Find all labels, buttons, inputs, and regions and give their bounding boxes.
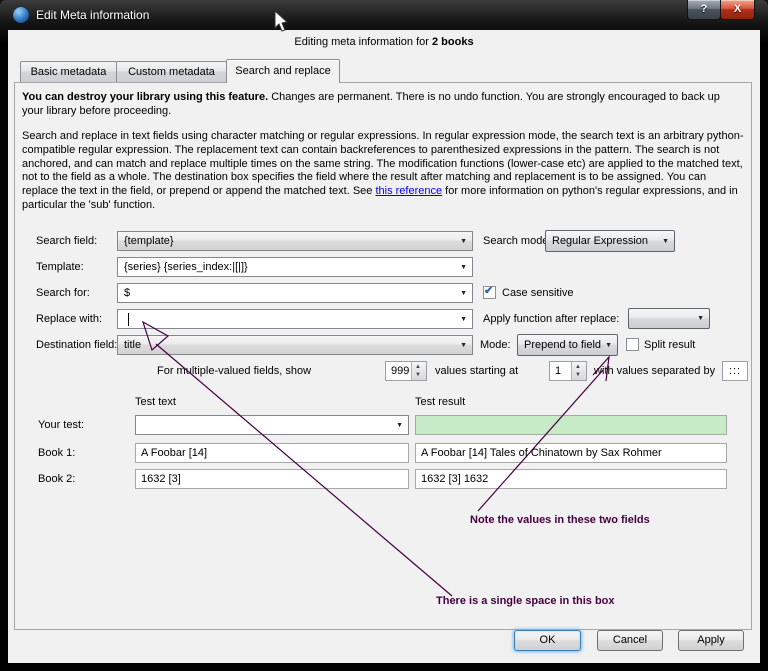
tab-custom-metadata[interactable]: Custom metadata [116,61,227,82]
apply-button[interactable]: Apply [678,630,744,651]
help-button[interactable]: ? [687,0,721,20]
search-mode-combo[interactable]: Regular Expression ▼ [545,230,675,252]
template-label: Template: [36,261,84,273]
separator-input[interactable]: ::: [722,361,748,381]
your-test-label: Your test: [38,419,84,431]
chevron-down-icon: ▼ [460,342,467,349]
case-sensitive-checkbox[interactable]: ✔ [483,286,496,299]
description-text: Search and replace in text fields using … [22,130,744,213]
search-for-combo[interactable]: $ ▼ [117,283,473,303]
close-button[interactable]: X [720,0,755,20]
spinner-buttons[interactable]: ▲▼ [571,362,586,380]
start-value: 1 [555,365,561,377]
chevron-down-icon: ▼ [396,422,403,429]
annotation-single-space: There is a single space in this box [436,595,615,607]
your-test-result [415,415,727,435]
spin-up-icon[interactable]: ▲ [575,364,581,370]
multiple-values-text3: with values separated by [594,365,715,377]
split-result-checkbox[interactable] [626,338,639,351]
reference-link[interactable]: this reference [375,185,442,197]
header-book-count: 2 books [432,36,474,48]
mode-value: Prepend to field [524,339,601,351]
search-field-label: Search field: [36,235,97,247]
search-for-label: Search for: [36,287,90,299]
chevron-down-icon: ▼ [662,238,669,245]
mode-label: Mode: [480,339,511,351]
cancel-button[interactable]: Cancel [597,630,663,651]
dialog-header: Editing meta information for 2 books [8,36,760,48]
spin-down-icon[interactable]: ▼ [415,372,421,378]
replace-with-label: Replace with: [36,313,102,325]
show-values-spinner[interactable]: 999 ▲▼ [385,361,427,381]
mode-combo[interactable]: Prepend to field ▼ [517,334,618,356]
test-text-header: Test text [135,396,176,408]
search-for-value: $ [124,287,130,299]
tab-search-and-replace[interactable]: Search and replace [226,59,340,83]
apply-function-combo[interactable]: ▼ [628,308,710,329]
chevron-down-icon: ▼ [460,264,467,271]
book1-label: Book 1: [38,447,75,459]
multiple-values-text1: For multiple-valued fields, show [157,365,311,377]
chevron-down-icon: ▼ [460,290,467,297]
search-field-value: {template} [124,235,174,247]
destination-field-combo[interactable]: title ▼ [117,335,473,355]
text-caret [128,313,129,326]
start-value-spinner[interactable]: 1 ▲▼ [549,361,587,381]
case-sensitive-label: Case sensitive [502,287,574,299]
replace-with-combo[interactable]: ▼ [117,309,473,329]
book1-result: A Foobar [14] Tales of Chinatown by Sax … [415,443,727,463]
destination-field-label: Destination field: [36,339,117,351]
search-field-combo[interactable]: {template} ▼ [117,231,473,251]
spinner-buttons[interactable]: ▲▼ [411,362,426,380]
book2-result: 1632 [3] 1632 [415,469,727,489]
annotation-note-two-fields: Note the values in these two fields [470,514,650,526]
book2-text-input[interactable] [135,469,409,489]
warning-bold: You can destroy your library using this … [22,91,268,103]
template-value: {series} {series_index:|[|]} [124,261,248,273]
search-mode-value: Regular Expression [552,235,648,247]
chevron-down-icon: ▼ [460,238,467,245]
destination-field-value: title [124,339,141,351]
spin-up-icon[interactable]: ▲ [415,364,421,370]
apply-function-label: Apply function after replace: [483,313,619,325]
tab-basic-metadata[interactable]: Basic metadata [20,61,117,82]
chevron-down-icon: ▼ [697,315,704,322]
book2-label: Book 2: [38,473,75,485]
your-test-combo[interactable]: ▼ [135,415,409,435]
chevron-down-icon: ▼ [460,316,467,323]
show-values-value: 999 [391,365,409,377]
ok-button[interactable]: OK [514,630,581,651]
search-mode-label: Search mode: [483,235,551,247]
multiple-values-text2: values starting at [435,365,518,377]
header-text: Editing meta information for [294,36,432,48]
book1-text-input[interactable] [135,443,409,463]
check-icon: ✔ [484,284,493,297]
chevron-down-icon: ▼ [605,342,612,349]
template-combo[interactable]: {series} {series_index:|[|]} ▼ [117,257,473,277]
warning-text: You can destroy your library using this … [22,91,744,119]
app-info-icon [13,7,29,23]
window-title: Edit Meta information [36,8,149,22]
test-result-header: Test result [415,396,465,408]
split-result-label: Split result [644,339,695,351]
spin-down-icon[interactable]: ▼ [575,372,581,378]
titlebar[interactable]: Edit Meta information ? X [0,0,768,30]
